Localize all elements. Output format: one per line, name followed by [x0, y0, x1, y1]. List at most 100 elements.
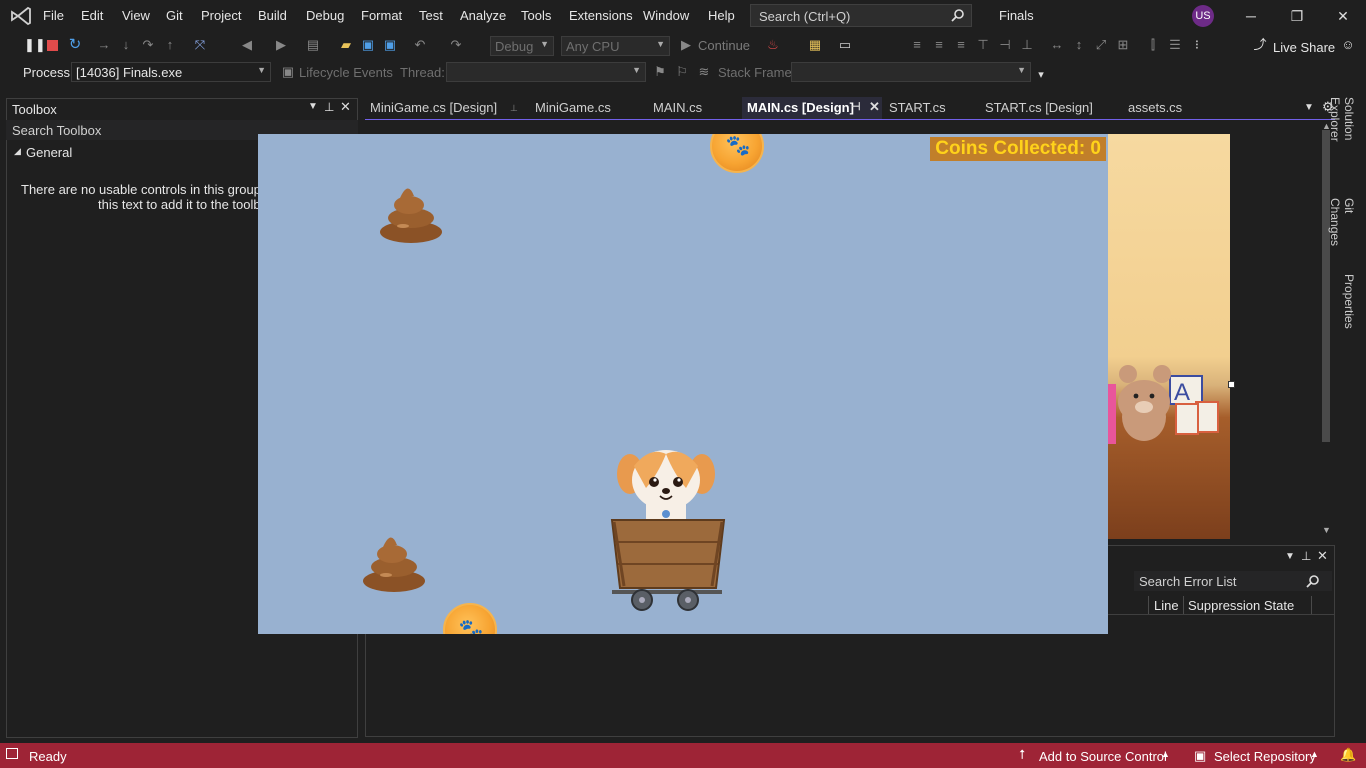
scrollbar-thumb[interactable] [1322, 130, 1330, 442]
menu-tools[interactable]: Tools [521, 8, 551, 23]
menu-file[interactable]: File [43, 8, 64, 23]
process-dropdown[interactable]: [14036] Finals.exe ▼ [71, 62, 271, 82]
align-center-icon[interactable]: ≡ [932, 38, 946, 52]
menu-help[interactable]: Help [708, 8, 735, 23]
menu-extensions[interactable]: Extensions [569, 8, 633, 23]
chevron-down-icon[interactable]: ▼ [308, 101, 318, 112]
live-share-icon[interactable]: ⤴ [1253, 38, 1267, 52]
menu-git[interactable]: Git [166, 8, 183, 23]
resize-handle[interactable] [1228, 381, 1235, 388]
restart-icon[interactable]: ↻ [68, 37, 82, 52]
size-both-icon[interactable]: ⤢ [1094, 38, 1108, 52]
lifecycle-icon[interactable]: ▣ [281, 65, 295, 79]
size-height-icon[interactable]: ↕ [1072, 38, 1086, 52]
stack-frame-dropdown[interactable]: ▼ [791, 62, 1031, 82]
properties-tab[interactable]: Properties [1342, 274, 1356, 330]
error-search-input[interactable]: Search Error List [1134, 571, 1332, 591]
open-folder-icon[interactable]: ▰ [339, 38, 353, 52]
close-icon[interactable]: ✕ [869, 99, 880, 115]
layout-icon[interactable]: ▭ [838, 38, 852, 52]
tab-minigame-design[interactable]: MiniGame.cs [Design] ⊥ [365, 97, 525, 119]
menu-format[interactable]: Format [361, 8, 402, 23]
toolbar-overflow-icon[interactable]: ▾ [1034, 68, 1048, 82]
stop-icon[interactable] [47, 40, 58, 51]
redo-icon[interactable]: ↷ [449, 38, 463, 52]
spacing-v-icon[interactable]: ☰ [1168, 38, 1182, 52]
config-dropdown[interactable]: Debug ▼ [490, 36, 554, 56]
tab-list-dropdown-icon[interactable]: ▼ [1304, 102, 1314, 113]
git-changes-tab[interactable]: Git Changes [1328, 198, 1356, 264]
chevron-down-icon[interactable]: ▼ [1285, 551, 1295, 562]
minimize-icon[interactable]: ─ [1241, 8, 1261, 24]
column-header-line[interactable]: Line [1154, 598, 1179, 613]
flag-icon[interactable]: ⚑ [653, 65, 667, 79]
game-window[interactable]: Coins Collected: 0 🐾 🐾 [258, 134, 1108, 634]
tab-minigame-code[interactable]: MiniGame.cs [530, 97, 643, 119]
flag-filter-icon[interactable]: ⚐ [675, 65, 689, 79]
pin-icon[interactable]: ⊥ [1301, 549, 1311, 563]
close-icon[interactable]: ✕ [340, 99, 351, 115]
step-back-icon[interactable]: ↷ [141, 38, 155, 52]
tab-assets-code[interactable]: assets.cs [1123, 97, 1215, 119]
step-out-icon[interactable]: ↑ [163, 38, 177, 52]
nav-back-icon[interactable]: ◀ [240, 38, 254, 52]
menu-project[interactable]: Project [201, 8, 241, 23]
solution-explorer-tab[interactable]: Solution Explorer [1328, 97, 1356, 187]
expand-triangle-icon[interactable]: ◢ [14, 146, 21, 157]
pin-icon[interactable]: ⊣ [851, 100, 861, 113]
select-repository-button[interactable]: Select Repository [1214, 749, 1316, 764]
nav-forward-icon[interactable]: ▶ [274, 38, 288, 52]
puppy-in-cart-player[interactable] [610, 444, 726, 612]
align-bottom-icon[interactable]: ⊥ [1020, 38, 1034, 52]
pin-icon[interactable]: ⊥ [324, 100, 334, 114]
pause-icon[interactable]: ❚❚ [24, 38, 46, 52]
menu-window[interactable]: Window [643, 8, 689, 23]
menu-debug[interactable]: Debug [306, 8, 344, 23]
tab-start-design[interactable]: START.cs [Design] [980, 97, 1119, 119]
restore-icon[interactable]: ❐ [1287, 8, 1307, 24]
new-item-icon[interactable]: ▤ [306, 38, 320, 52]
step-over-icon[interactable]: → [97, 38, 111, 52]
stack-icon[interactable]: ≋ [697, 65, 711, 79]
align-middle-icon[interactable]: ⊣ [998, 38, 1012, 52]
tab-main-code[interactable]: MAIN.cs [648, 97, 738, 119]
continue-button[interactable]: Continue [698, 38, 750, 53]
lifecycle-events-button[interactable]: Lifecycle Events [299, 65, 393, 80]
pin-icon[interactable]: ⊥ [510, 103, 518, 114]
thread-dropdown[interactable]: ▼ [446, 62, 646, 82]
spacing-h-icon[interactable]: ⫿ [1146, 38, 1160, 52]
hot-reload-icon[interactable]: ⤧ [193, 38, 207, 52]
close-icon[interactable]: ✕ [1333, 8, 1353, 24]
toolbox-group-general[interactable]: General [26, 145, 72, 160]
column-header-suppression-state[interactable]: Suppression State [1188, 598, 1294, 613]
save-all-icon[interactable]: ▣ [383, 38, 397, 52]
align-top-icon[interactable]: ⊤ [976, 38, 990, 52]
toolbar-overflow-icon[interactable]: ⁝ [1190, 38, 1204, 52]
play-icon[interactable]: ▶ [679, 38, 693, 52]
scroll-down-icon[interactable]: ▼ [1322, 525, 1331, 535]
grid-icon[interactable]: ⊞ [1116, 38, 1130, 52]
tab-main-design[interactable]: MAIN.cs [Design] ⊣ ✕ [742, 97, 882, 119]
platform-dropdown[interactable]: Any CPU ▼ [561, 36, 670, 56]
browse-icon[interactable]: ▦ [808, 38, 822, 52]
menu-build[interactable]: Build [258, 8, 287, 23]
output-window-icon[interactable] [6, 748, 18, 759]
tab-start-code[interactable]: START.cs [884, 97, 975, 119]
menu-test[interactable]: Test [419, 8, 443, 23]
align-left-icon[interactable]: ≡ [910, 38, 924, 52]
avatar[interactable]: US [1192, 5, 1214, 27]
menu-edit[interactable]: Edit [81, 8, 103, 23]
save-icon[interactable]: ▣ [361, 38, 375, 52]
feedback-icon[interactable]: ☺ [1341, 38, 1355, 52]
search-input[interactable]: Search (Ctrl+Q) [750, 4, 972, 27]
size-width-icon[interactable]: ↔ [1050, 38, 1064, 52]
live-share-button[interactable]: Live Share [1273, 40, 1335, 55]
hot-reload-flame-icon[interactable]: ♨ [766, 38, 780, 52]
align-right-icon[interactable]: ≡ [954, 38, 968, 52]
notification-bell-icon[interactable]: 🔔 [1340, 747, 1356, 763]
close-icon[interactable]: ✕ [1317, 548, 1328, 564]
menu-analyze[interactable]: Analyze [460, 8, 506, 23]
step-into-icon[interactable]: ↓ [119, 38, 133, 52]
add-to-source-control-button[interactable]: Add to Source Control [1039, 749, 1167, 764]
undo-icon[interactable]: ↶ [413, 38, 427, 52]
